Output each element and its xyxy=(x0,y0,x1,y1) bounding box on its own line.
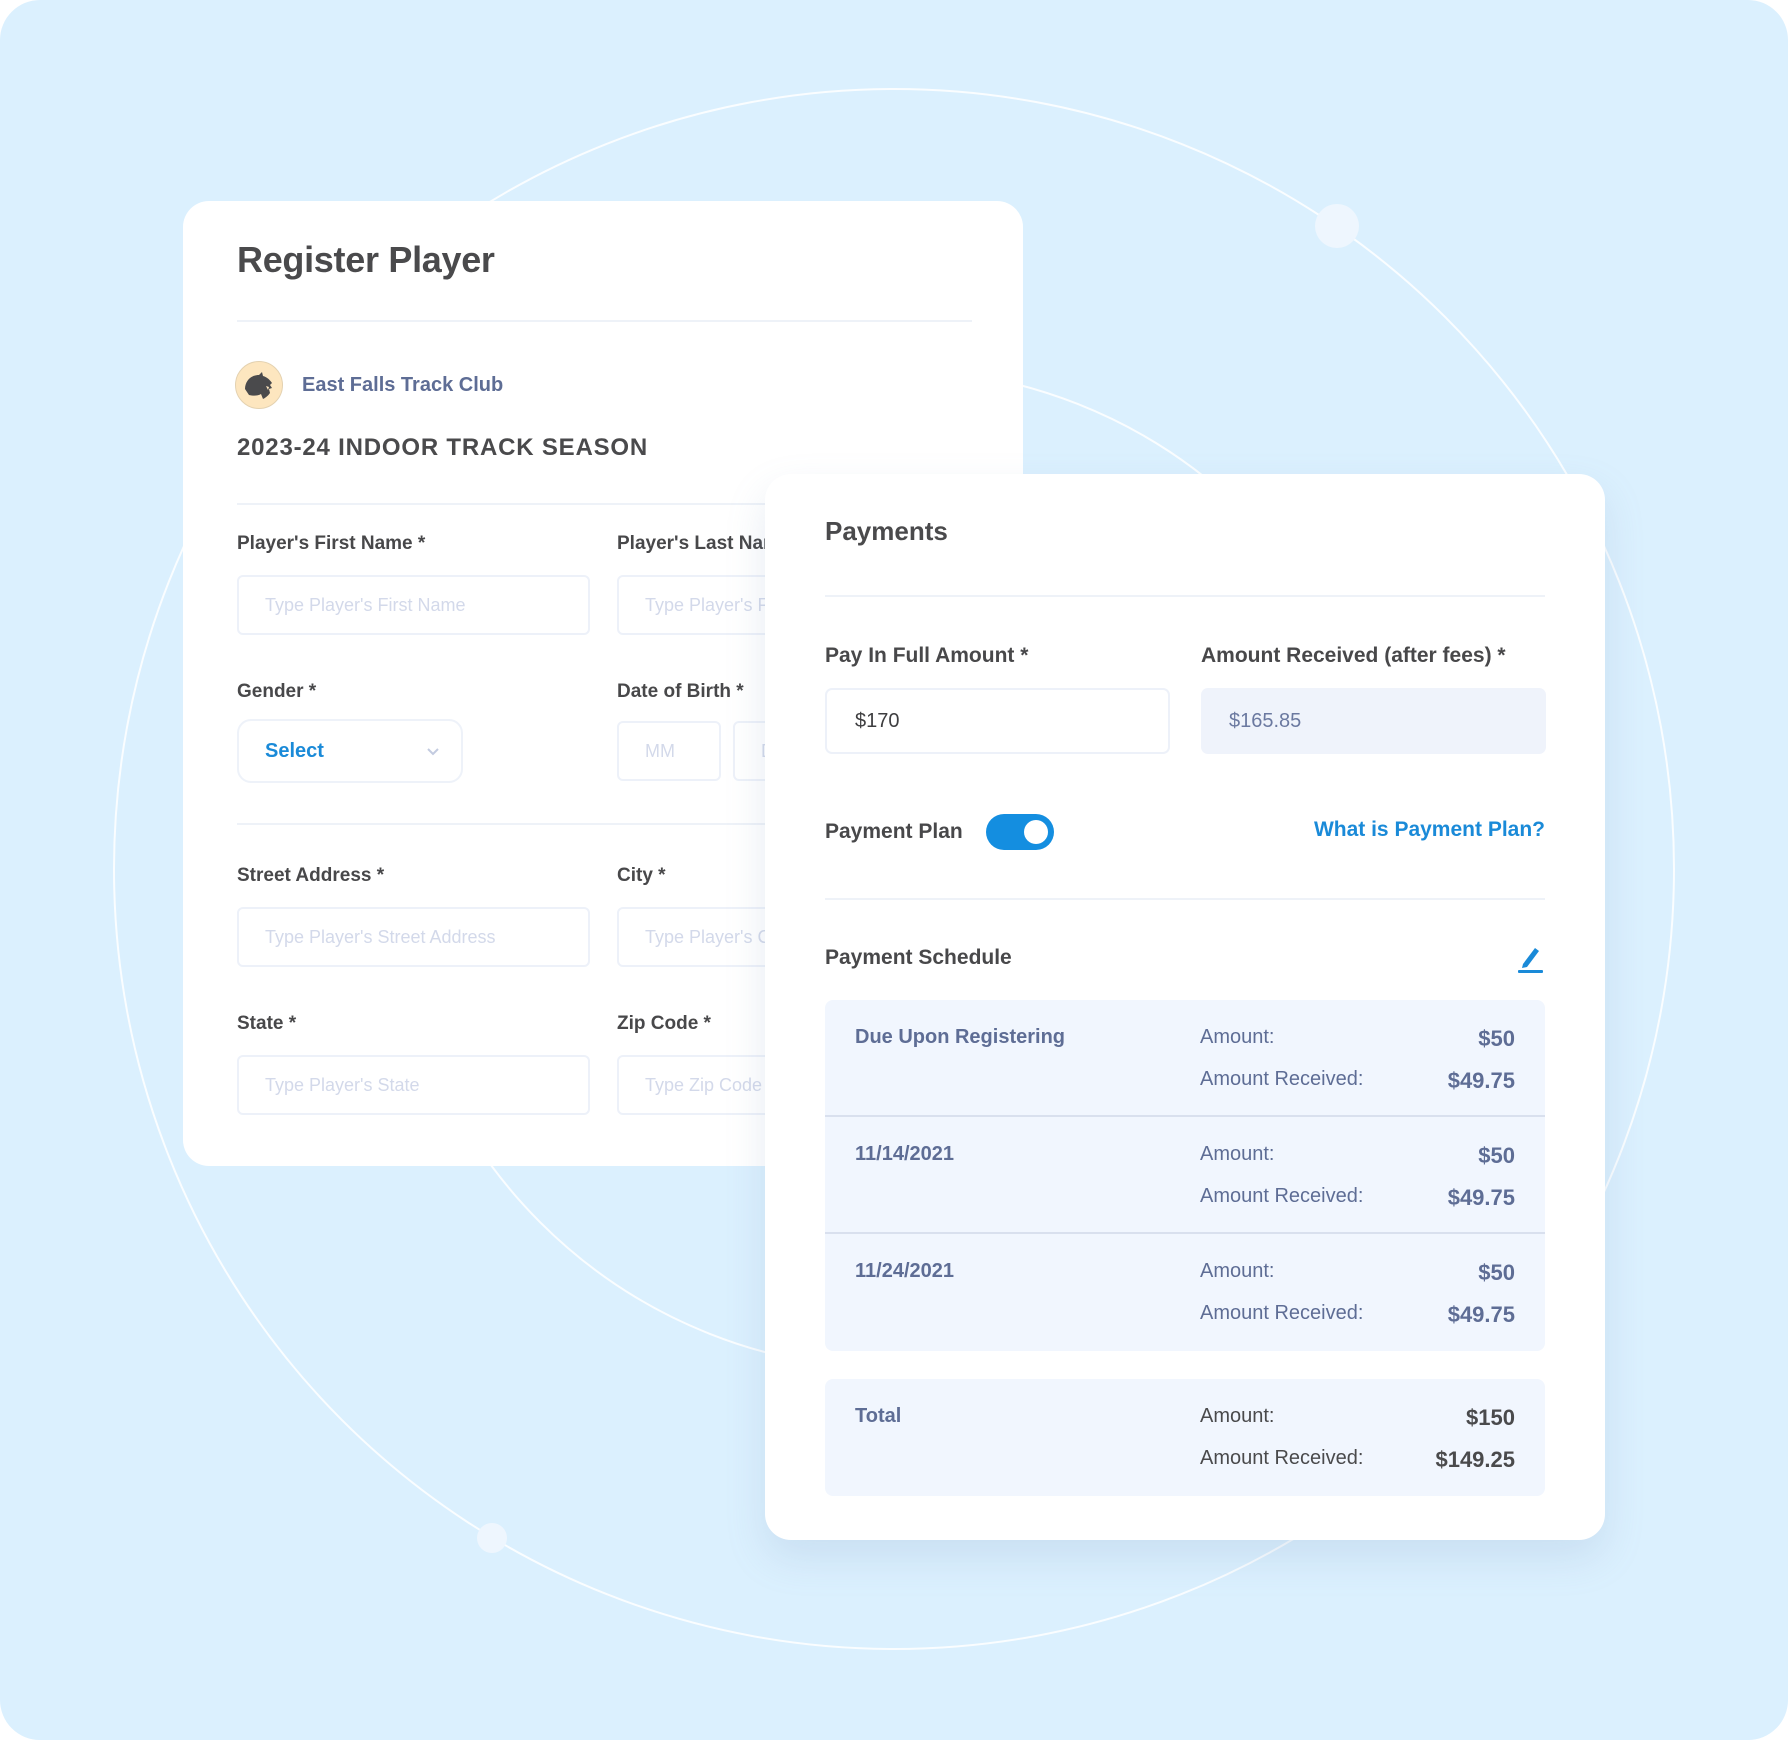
what-is-payment-plan-link[interactable]: What is Payment Plan? xyxy=(1314,818,1545,842)
orbit-dot-bottom xyxy=(477,1523,507,1553)
page-title: Register Player xyxy=(237,239,495,280)
toggle-knob xyxy=(1024,820,1048,844)
total-amount-value: $150 xyxy=(1466,1405,1515,1430)
amount-label: Amount: xyxy=(1200,1260,1275,1282)
schedule-row: Due Upon Registering Amount: $50 Amount … xyxy=(825,1000,1545,1117)
club-info: East Falls Track Club xyxy=(235,361,503,409)
pay-in-full-label: Pay In Full Amount * xyxy=(825,644,1029,667)
total-received-label: Amount Received: xyxy=(1200,1447,1364,1469)
amount-value: $50 xyxy=(1478,1260,1515,1285)
amount-received-field: $165.85 xyxy=(1201,688,1546,754)
street-label: Street Address * xyxy=(237,865,385,886)
gender-select[interactable]: Select xyxy=(237,719,463,783)
payment-plan-toggle[interactable] xyxy=(986,814,1054,850)
pay-in-full-input[interactable]: $170 xyxy=(825,688,1170,754)
payment-plan-label: Payment Plan xyxy=(825,820,963,843)
payments-card: Payments Pay In Full Amount * $170 Amoun… xyxy=(765,474,1605,1540)
total-amount-label: Amount: xyxy=(1200,1405,1275,1427)
schedule-total: Total Amount: $150 Amount Received: $149… xyxy=(825,1379,1545,1496)
amount-label: Amount: xyxy=(1200,1143,1275,1165)
first-name-label: Player's First Name * xyxy=(237,533,426,554)
city-label: City * xyxy=(617,865,666,886)
gender-label: Gender * xyxy=(237,681,317,702)
panther-icon xyxy=(235,361,283,409)
background-frame: Register Player East Falls Track Club 20… xyxy=(0,0,1788,1740)
received-label: Amount Received: xyxy=(1200,1068,1364,1090)
schedule-row-name: 11/24/2021 xyxy=(855,1260,954,1282)
gender-select-value: Select xyxy=(265,739,324,762)
season-title: 2023-24 INDOOR TRACK SEASON xyxy=(237,434,649,461)
plan-divider xyxy=(825,898,1545,900)
first-name-input[interactable]: Type Player's First Name xyxy=(237,575,590,635)
payment-schedule-list: Due Upon Registering Amount: $50 Amount … xyxy=(825,1000,1545,1351)
payment-schedule-title: Payment Schedule xyxy=(825,946,1012,969)
amount-label: Amount: xyxy=(1200,1026,1275,1048)
payments-title-divider xyxy=(825,595,1545,597)
street-input[interactable]: Type Player's Street Address xyxy=(237,907,590,967)
title-divider xyxy=(237,320,972,322)
state-input[interactable]: Type Player's State xyxy=(237,1055,590,1115)
dob-month-input[interactable]: MM xyxy=(617,721,721,781)
received-value: $49.75 xyxy=(1447,1302,1515,1327)
schedule-row: 11/14/2021 Amount: $50 Amount Received: … xyxy=(825,1117,1545,1234)
zip-label: Zip Code * xyxy=(617,1013,711,1034)
schedule-row-name: Due Upon Registering xyxy=(855,1026,1066,1048)
received-label: Amount Received: xyxy=(1200,1185,1364,1207)
dob-label: Date of Birth * xyxy=(617,681,744,702)
received-value: $49.75 xyxy=(1447,1185,1515,1210)
received-label: Amount Received: xyxy=(1200,1302,1364,1324)
state-label: State * xyxy=(237,1013,297,1034)
amount-value: $50 xyxy=(1478,1026,1515,1051)
edit-schedule-button[interactable] xyxy=(1515,942,1545,974)
total-label: Total xyxy=(855,1405,902,1427)
payments-title: Payments xyxy=(825,516,948,546)
schedule-row-name: 11/14/2021 xyxy=(855,1143,954,1165)
pencil-icon xyxy=(1518,948,1543,973)
total-received-value: $149.25 xyxy=(1435,1447,1515,1472)
orbit-dot-top xyxy=(1315,204,1359,248)
amount-value: $50 xyxy=(1478,1143,1515,1168)
chevron-down-icon xyxy=(425,743,441,759)
amount-received-label: Amount Received (after fees) * xyxy=(1201,644,1506,667)
club-name: East Falls Track Club xyxy=(302,373,504,396)
schedule-row: 11/24/2021 Amount: $50 Amount Received: … xyxy=(825,1234,1545,1351)
total-row: Total Amount: $150 Amount Received: $149… xyxy=(825,1379,1545,1496)
received-value: $49.75 xyxy=(1447,1068,1515,1093)
